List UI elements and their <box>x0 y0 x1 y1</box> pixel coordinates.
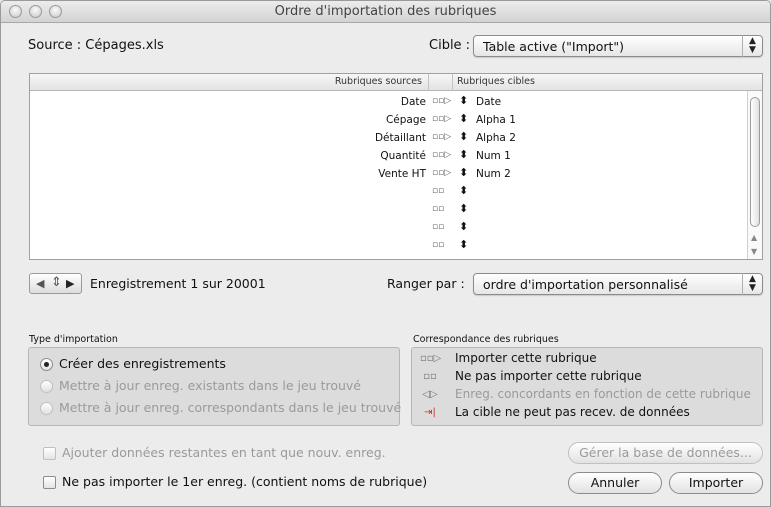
radio-create-records[interactable] <box>40 358 53 371</box>
window-title: Ordre d'importation des rubriques <box>274 4 497 19</box>
target-popup[interactable]: Table active ("Import") ▲ ▼ <box>473 35 763 57</box>
field-mapping-table: Rubriques sources Rubriques cibles Date ▫… <box>29 73 763 260</box>
import-field-icon: ▫▫▷ <box>420 353 442 364</box>
title-bar: Ordre d'importation des rubriques <box>1 1 770 23</box>
source-field-name: Détaillant <box>374 132 426 144</box>
scroll-up-icon[interactable]: ▲ <box>751 233 757 242</box>
record-counter: Enregistrement 1 sur 20001 <box>90 276 266 291</box>
import-type-title: Type d'importation <box>29 334 118 345</box>
reorder-handle-icon[interactable]: ⬍ <box>459 220 468 233</box>
import-type-group: Créer des enregistrements Mettre à jour … <box>28 347 401 426</box>
legend-blocked-label: La cible ne peut pas recev. de données <box>455 405 690 419</box>
skip-first-record-checkbox[interactable] <box>43 476 56 489</box>
radio-update-matching-label[interactable]: Mettre à jour enreg. correspondants dans… <box>59 400 401 415</box>
reorder-handle-icon[interactable]: ⬍ <box>459 202 468 215</box>
cancel-button[interactable]: Annuler <box>568 472 662 494</box>
legend-import-label: Importer cette rubrique <box>455 351 597 365</box>
table-row[interactable]: Quantité ▫▫▷ ⬍ Num 1 <box>30 147 746 165</box>
mapping-arrow-icon[interactable]: ▫▫▷ <box>432 168 451 178</box>
mapping-arrow-icon[interactable]: ▫▫▷ <box>432 114 451 124</box>
target-field-name: Num 2 <box>476 168 511 180</box>
reorder-handle-icon[interactable]: ⬍ <box>459 112 468 125</box>
previous-record-icon[interactable]: ◀ <box>36 277 44 290</box>
radio-update-existing-label[interactable]: Mettre à jour enreg. existants dans le j… <box>59 378 361 393</box>
radio-create-records-label[interactable]: Créer des enregistrements <box>59 356 226 371</box>
source-label: Source : <box>28 38 86 53</box>
reorder-handle-icon[interactable]: ⬍ <box>459 184 468 197</box>
mapping-legend-group: ▫▫▷ Importer cette rubrique ▫▫ Ne pas im… <box>411 347 763 426</box>
target-field-name: Date <box>476 96 502 108</box>
table-row[interactable]: Cépage ▫▫▷ ⬍ Alpha 1 <box>30 111 746 129</box>
import-button[interactable]: Importer <box>669 472 763 494</box>
add-remaining-label[interactable]: Ajouter données restantes en tant que no… <box>62 445 386 460</box>
sort-popup-value: ordre d'importation personnalisé <box>483 277 688 292</box>
sort-label: Ranger par : <box>387 276 465 291</box>
mapping-arrow-icon[interactable]: ▫▫▷ <box>432 96 451 106</box>
record-navigator[interactable]: ◀ ⇕ ▶ <box>29 273 82 294</box>
mapping-arrow-icon[interactable]: ▫▫ <box>432 222 444 232</box>
table-row[interactable]: Vente HT ▫▫▷ ⬍ Num 2 <box>30 165 746 183</box>
source-row: Source : Cépages.xls <box>28 38 164 53</box>
source-field-name: Quantité <box>380 150 426 162</box>
source-field-name: Date <box>400 96 426 108</box>
source-field-name: Vente HT <box>378 168 426 180</box>
reorder-handle-icon[interactable]: ⬍ <box>459 238 468 251</box>
target-field-name: Alpha 2 <box>476 132 516 144</box>
chevron-updown-icon: ▲ ▼ <box>742 273 762 295</box>
mapping-arrow-icon[interactable]: ▫▫▷ <box>432 150 451 160</box>
mapping-arrow-icon[interactable]: ▫▫ <box>432 204 444 214</box>
target-popup-value: Table active ("Import") <box>483 39 625 54</box>
next-record-icon[interactable]: ▶ <box>66 277 74 290</box>
reorder-handle-icon[interactable]: ⬍ <box>459 130 468 143</box>
reorder-handle-icon[interactable]: ⬍ <box>459 94 468 107</box>
target-label: Cible : <box>429 38 471 53</box>
mapping-arrow-icon[interactable]: ▫▫▷ <box>432 132 451 142</box>
chevron-updown-icon: ▲ ▼ <box>742 35 762 57</box>
table-row[interactable]: ▫▫ ⬍ <box>30 183 746 201</box>
import-order-dialog: Ordre d'importation des rubriques Source… <box>0 0 771 507</box>
reorder-handle-icon[interactable]: ⬍ <box>459 166 468 179</box>
legend-skip-label: Ne pas importer cette rubrique <box>455 369 642 383</box>
radio-update-existing[interactable] <box>40 380 53 393</box>
scrollbar-thumb[interactable] <box>750 97 760 227</box>
scroll-down-icon[interactable]: ▼ <box>751 247 757 256</box>
table-scrollbar[interactable]: ▲ ▼ <box>747 91 762 259</box>
table-row[interactable]: Détaillant ▫▫▷ ⬍ Alpha 2 <box>30 129 746 147</box>
reorder-handle-icon[interactable]: ⬍ <box>459 148 468 161</box>
skip-field-icon: ▫▫ <box>423 371 437 382</box>
target-field-name: Alpha 1 <box>476 114 516 126</box>
table-row[interactable]: Date ▫▫▷ ⬍ Date <box>30 93 746 111</box>
source-filename: Cépages.xls <box>85 38 164 53</box>
source-field-name: Cépage <box>385 114 426 126</box>
table-row[interactable]: ▫▫ ⬍ <box>30 237 746 255</box>
mapping-arrow-icon[interactable]: ▫▫ <box>432 186 444 196</box>
table-row[interactable]: ▫▫ ⬍ <box>30 219 746 237</box>
header-mapping-column <box>429 74 453 91</box>
skip-first-record-label[interactable]: Ne pas importer le 1er enreg. (contient … <box>62 474 427 489</box>
table-row[interactable]: ▫▫ ⬍ <box>30 201 746 219</box>
radio-update-matching[interactable] <box>40 402 53 415</box>
legend-match-label: Enreg. concordants en fonction de cette … <box>455 387 751 401</box>
target-blocked-icon: ⇥| <box>424 407 436 418</box>
table-header: Rubriques sources Rubriques cibles <box>30 74 762 91</box>
manage-database-button[interactable]: Gérer la base de données... <box>568 442 763 464</box>
header-source-fields[interactable]: Rubriques sources <box>30 74 429 91</box>
record-slider-icon[interactable]: ⇕ <box>51 275 62 290</box>
mapping-legend-title: Correspondance des rubriques <box>413 334 559 345</box>
header-target-fields[interactable]: Rubriques cibles <box>457 76 535 87</box>
add-remaining-checkbox[interactable] <box>43 447 56 460</box>
match-field-icon: ◁▷ <box>422 389 438 400</box>
sort-popup[interactable]: ordre d'importation personnalisé ▲ ▼ <box>473 273 763 295</box>
target-field-name: Num 1 <box>476 150 511 162</box>
mapping-arrow-icon[interactable]: ▫▫ <box>432 240 444 250</box>
